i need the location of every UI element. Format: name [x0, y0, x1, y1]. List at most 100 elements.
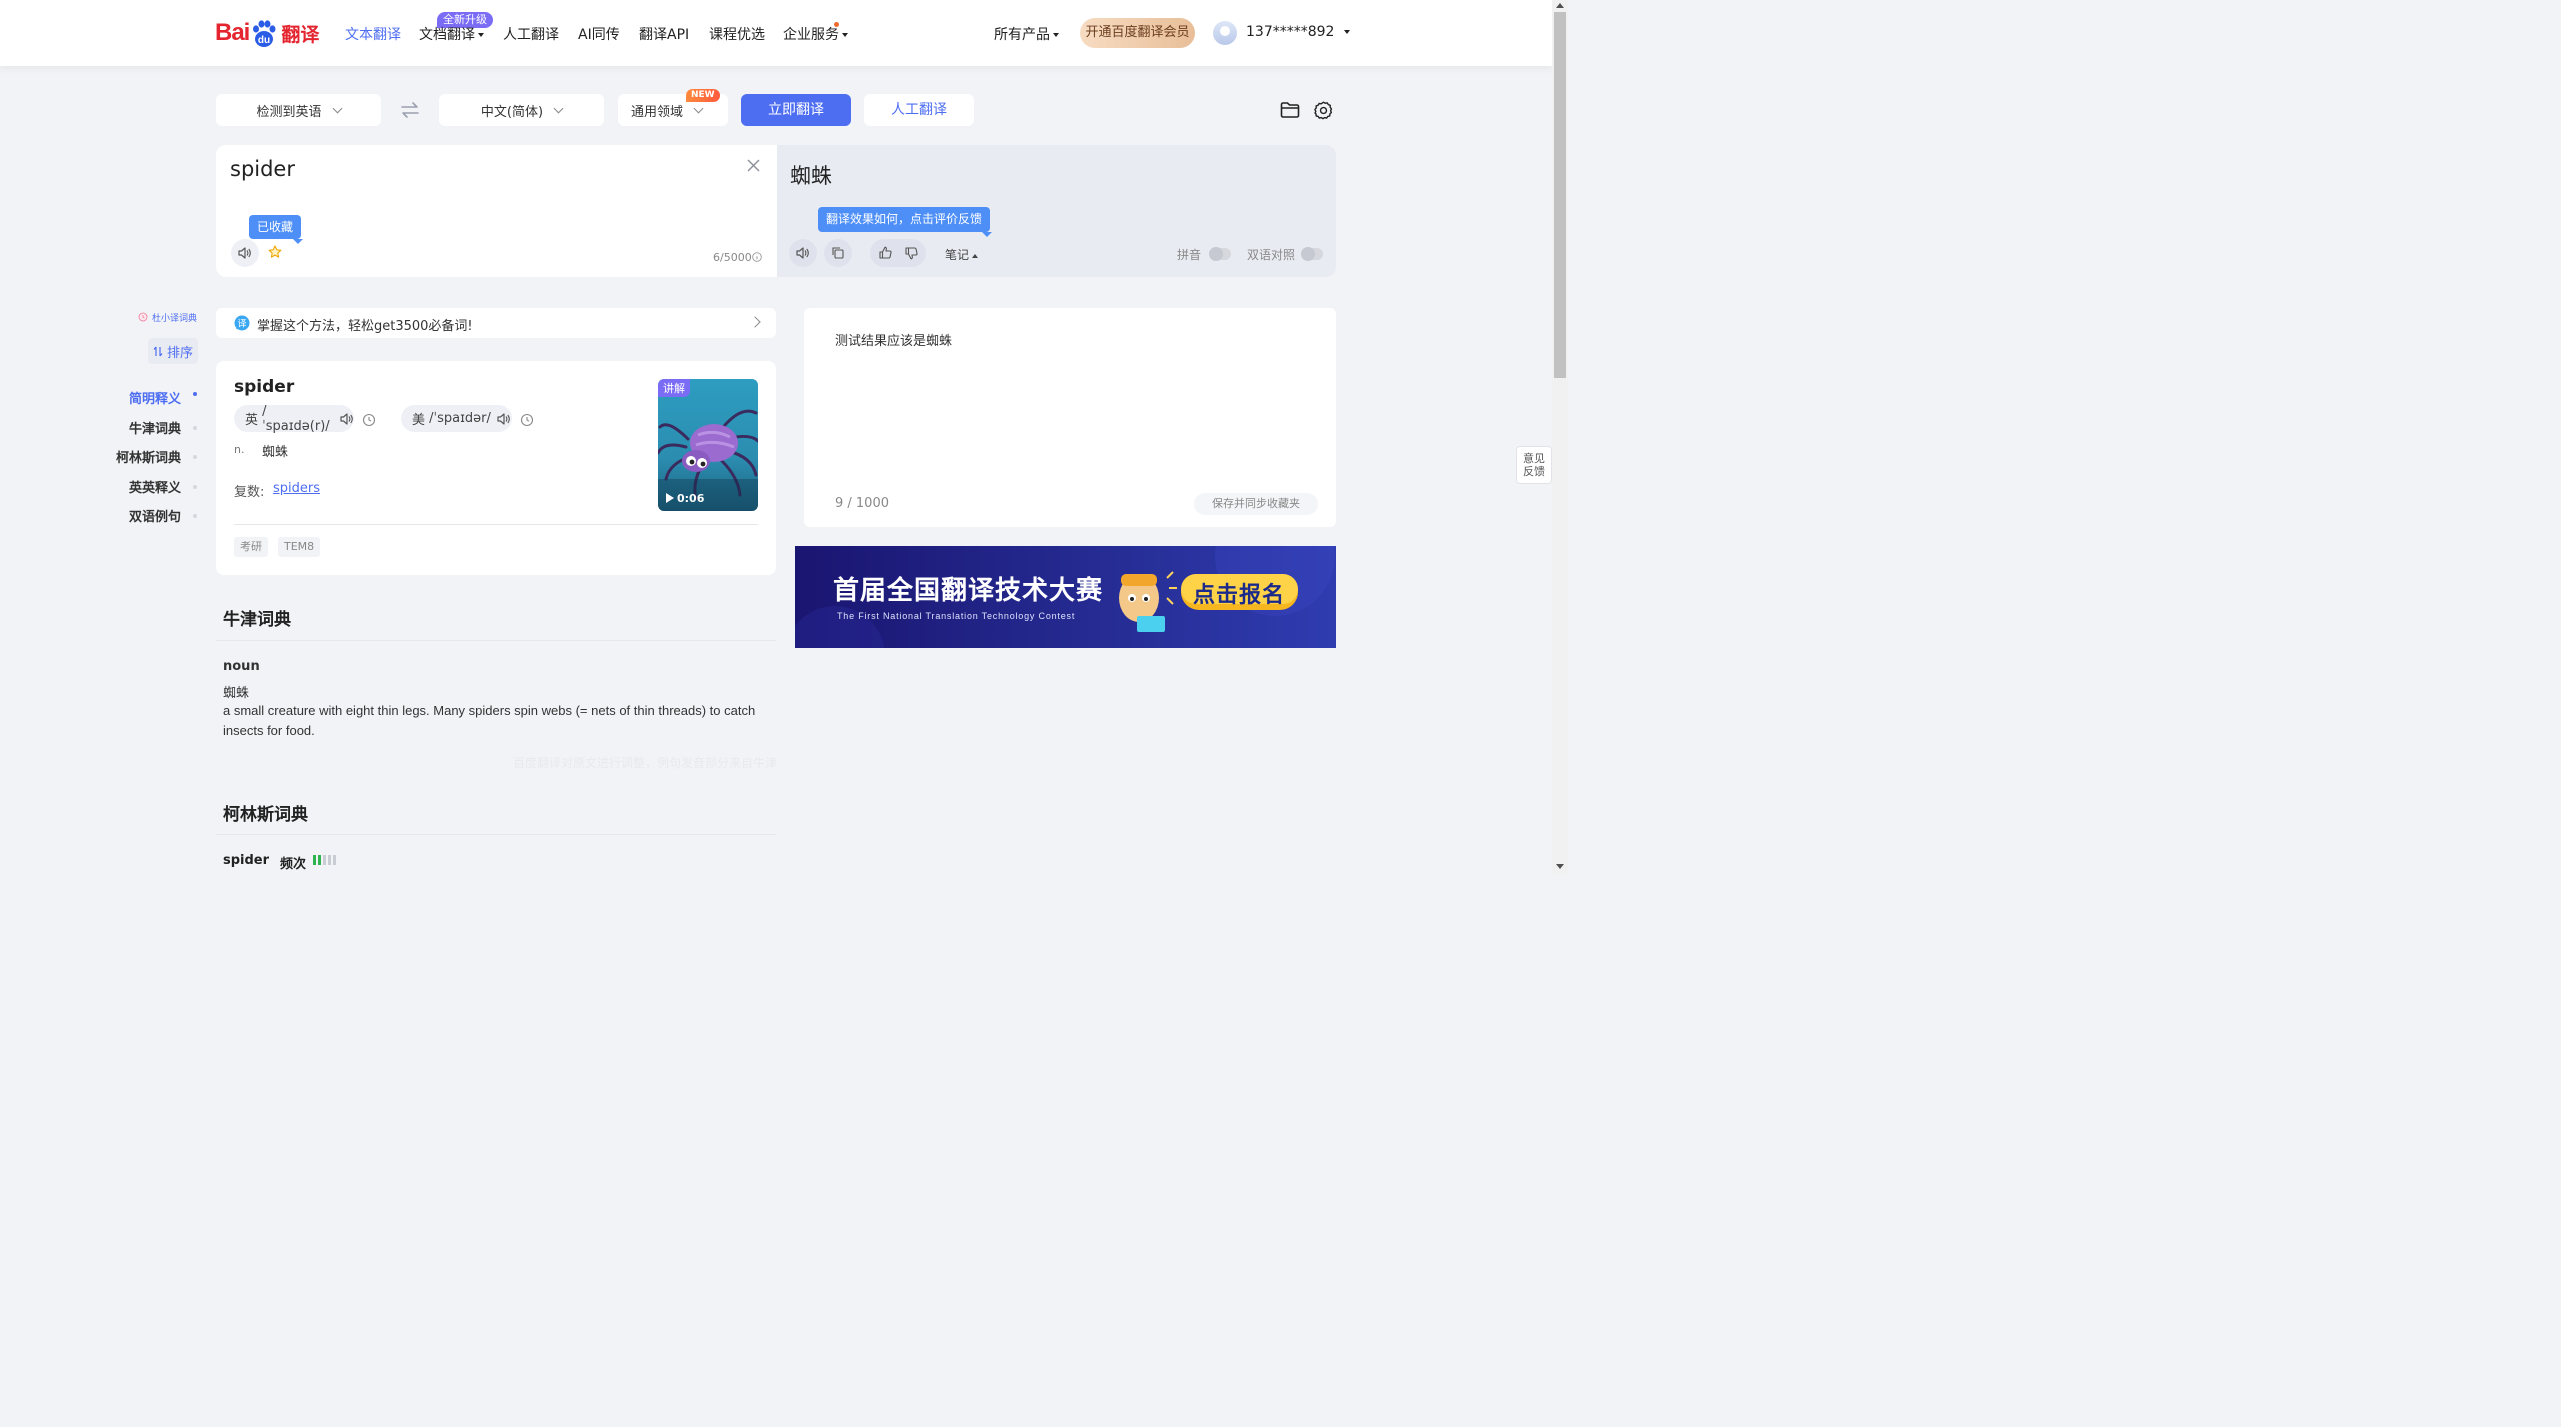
feedback-line-1: 意见 [1523, 452, 1545, 465]
chevron-down-icon [693, 103, 704, 113]
nav-ai-interpretation[interactable]: AI同传 [578, 24, 620, 44]
scroll-down-arrow-icon[interactable] [1556, 864, 1564, 869]
sidebar-item-collins[interactable]: 柯林斯词典 [116, 447, 181, 466]
headword: spider [234, 377, 295, 397]
replay-icon[interactable] [362, 413, 376, 427]
sort-button[interactable]: 排序 [148, 338, 198, 364]
copy-icon [832, 247, 844, 259]
oxford-disclaimer: 百度翻译对原文进行调整，例句发音部分来自牛津 [513, 756, 778, 770]
top-navigation-bar: Bai du 翻译 文本翻译 全新升级 文档翻译 人工翻译 AI同传 翻译API… [0, 0, 1552, 66]
notes-textarea[interactable]: 测试结果应该是蜘蛛 [835, 330, 952, 349]
tag-kaoyan: 考研 [234, 537, 268, 557]
collins-word: spider [223, 853, 270, 868]
paw-icon: du [251, 20, 277, 47]
human-translate-button[interactable]: 人工翻译 [864, 94, 974, 126]
oxford-definition: a small creature with eight thin legs. M… [223, 703, 756, 738]
notes-toggle[interactable]: 笔记 [945, 246, 979, 263]
translate-button[interactable]: 立即翻译 [741, 94, 851, 126]
avatar[interactable] [1213, 21, 1237, 45]
source-text-input[interactable]: spider [230, 157, 295, 181]
scroll-up-arrow-icon[interactable] [1556, 3, 1564, 8]
nav-doc-translate-label: 文档翻译 [419, 27, 475, 43]
vip-button[interactable]: 开通百度翻译会员 [1080, 18, 1195, 48]
settings-gear-icon[interactable] [1313, 100, 1334, 121]
plural-label: 复数: [234, 485, 265, 500]
svg-text:译: 译 [237, 319, 246, 330]
source-language-label: 检测到英语 [256, 104, 322, 120]
sort-label: 排序 [166, 345, 193, 361]
target-language-select[interactable]: 中文(简体) [439, 94, 604, 126]
ad-title: 首届全国翻译技术大赛 [833, 576, 1104, 606]
uk-phonetic: /ˈspaɪdə(r)/ [262, 403, 330, 434]
feedback-tooltip: 翻译效果如何，点击评价反馈 [818, 207, 993, 237]
spider-illustration [658, 409, 758, 511]
source-speaker-button[interactable] [231, 239, 259, 267]
info-icon[interactable] [752, 252, 762, 262]
divider [216, 640, 776, 641]
oxford-meaning-cn: 蜘蛛 [223, 686, 250, 701]
folder-icon[interactable] [1280, 101, 1300, 119]
contest-ad-banner[interactable]: 首届全国翻译技术大赛 The First National Translatio… [795, 546, 1336, 648]
source-language-select[interactable]: 检测到英语 [216, 94, 381, 126]
explanation-video[interactable]: 讲解 0:06 [658, 379, 758, 511]
all-products-label: 所有产品 [994, 27, 1050, 43]
chevron-down-icon [332, 103, 342, 113]
swap-languages-icon[interactable] [400, 101, 420, 119]
replay-icon[interactable] [520, 413, 534, 427]
feedback-line-2: 反馈 [1523, 465, 1545, 478]
caret-up-icon [972, 253, 979, 258]
new-tag: NEW [686, 89, 720, 102]
save-notes-button[interactable]: 保存并同步收藏夹 [1194, 493, 1318, 515]
frequency-bar [328, 855, 331, 865]
us-pronunciation[interactable]: 美 /ˈspaɪdər/ [401, 405, 512, 432]
oxford-section-title: 牛津词典 [223, 610, 291, 630]
sidebar-item-english-english[interactable]: 英英释义 [129, 477, 181, 496]
thumbs-down-icon[interactable] [905, 247, 918, 260]
favorited-tooltip: 已收藏 [249, 215, 304, 244]
frequency-bar [318, 855, 321, 865]
dictionary-logo-icon [138, 311, 148, 322]
nav-doc-translate[interactable]: 文档翻译 [419, 24, 484, 44]
sidebar-item-examples[interactable]: 双语例句 [129, 506, 181, 525]
uk-pronunciation[interactable]: 英 /ˈspaɪdə(r)/ [234, 403, 354, 434]
notification-dot [834, 22, 839, 27]
source-input-panel[interactable] [216, 145, 777, 277]
pinyin-label: 拼音 [1177, 248, 1202, 262]
us-label: 美 [412, 413, 426, 428]
nav-human-translate[interactable]: 人工翻译 [503, 24, 559, 44]
oxford-pos: noun [223, 659, 260, 674]
dictionary-badge: 杜小译词典 [152, 314, 198, 324]
domain-label: 通用领域 [631, 104, 684, 120]
copy-button[interactable] [824, 239, 852, 267]
nav-text-translate[interactable]: 文本翻译 [345, 24, 401, 44]
nav-courses[interactable]: 课程优选 [709, 24, 765, 44]
star-favorite-icon[interactable] [268, 245, 282, 259]
feedback-widget[interactable]: 意见 反馈 [1516, 446, 1552, 484]
speaker-icon [796, 247, 809, 259]
bilingual-label: 双语对照 [1247, 248, 1296, 262]
frequency-bars [313, 855, 336, 865]
sort-icon [153, 346, 163, 356]
baidu-fanyi-logo[interactable]: Bai du 翻译 [215, 16, 319, 50]
clear-close-icon[interactable] [747, 159, 760, 172]
target-speaker-button[interactable] [789, 239, 817, 267]
video-duration: 0:06 [677, 492, 705, 505]
all-products-menu[interactable]: 所有产品 [994, 24, 1059, 44]
user-menu[interactable]: 137*****892 [1246, 24, 1351, 40]
caret-down-icon [842, 33, 848, 37]
us-phonetic: /ˈspaɪdər/ [429, 411, 491, 426]
nav-translate-api[interactable]: 翻译API [639, 24, 689, 44]
uk-label: 英 [245, 413, 259, 428]
collins-frequency-label: 频次 [280, 857, 307, 872]
pinyin-toggle[interactable] [1209, 247, 1231, 261]
sidebar-item-brief[interactable]: 简明释义 [129, 388, 181, 407]
plural-link[interactable]: spiders [273, 481, 320, 496]
tip-text: 掌握这个方法，轻松get3500必备词! [257, 319, 473, 334]
scrollbar-thumb[interactable] [1554, 12, 1566, 378]
nav-enterprise[interactable]: 企业服务 [783, 24, 848, 44]
bilingual-toggle[interactable] [1301, 247, 1323, 261]
ad-cta-button[interactable]: 点击报名 [1193, 577, 1285, 609]
ad-subtitle: The First National Translation Technolog… [837, 611, 1076, 621]
thumbs-up-icon[interactable] [879, 246, 892, 259]
sidebar-item-oxford[interactable]: 牛津词典 [129, 418, 181, 437]
